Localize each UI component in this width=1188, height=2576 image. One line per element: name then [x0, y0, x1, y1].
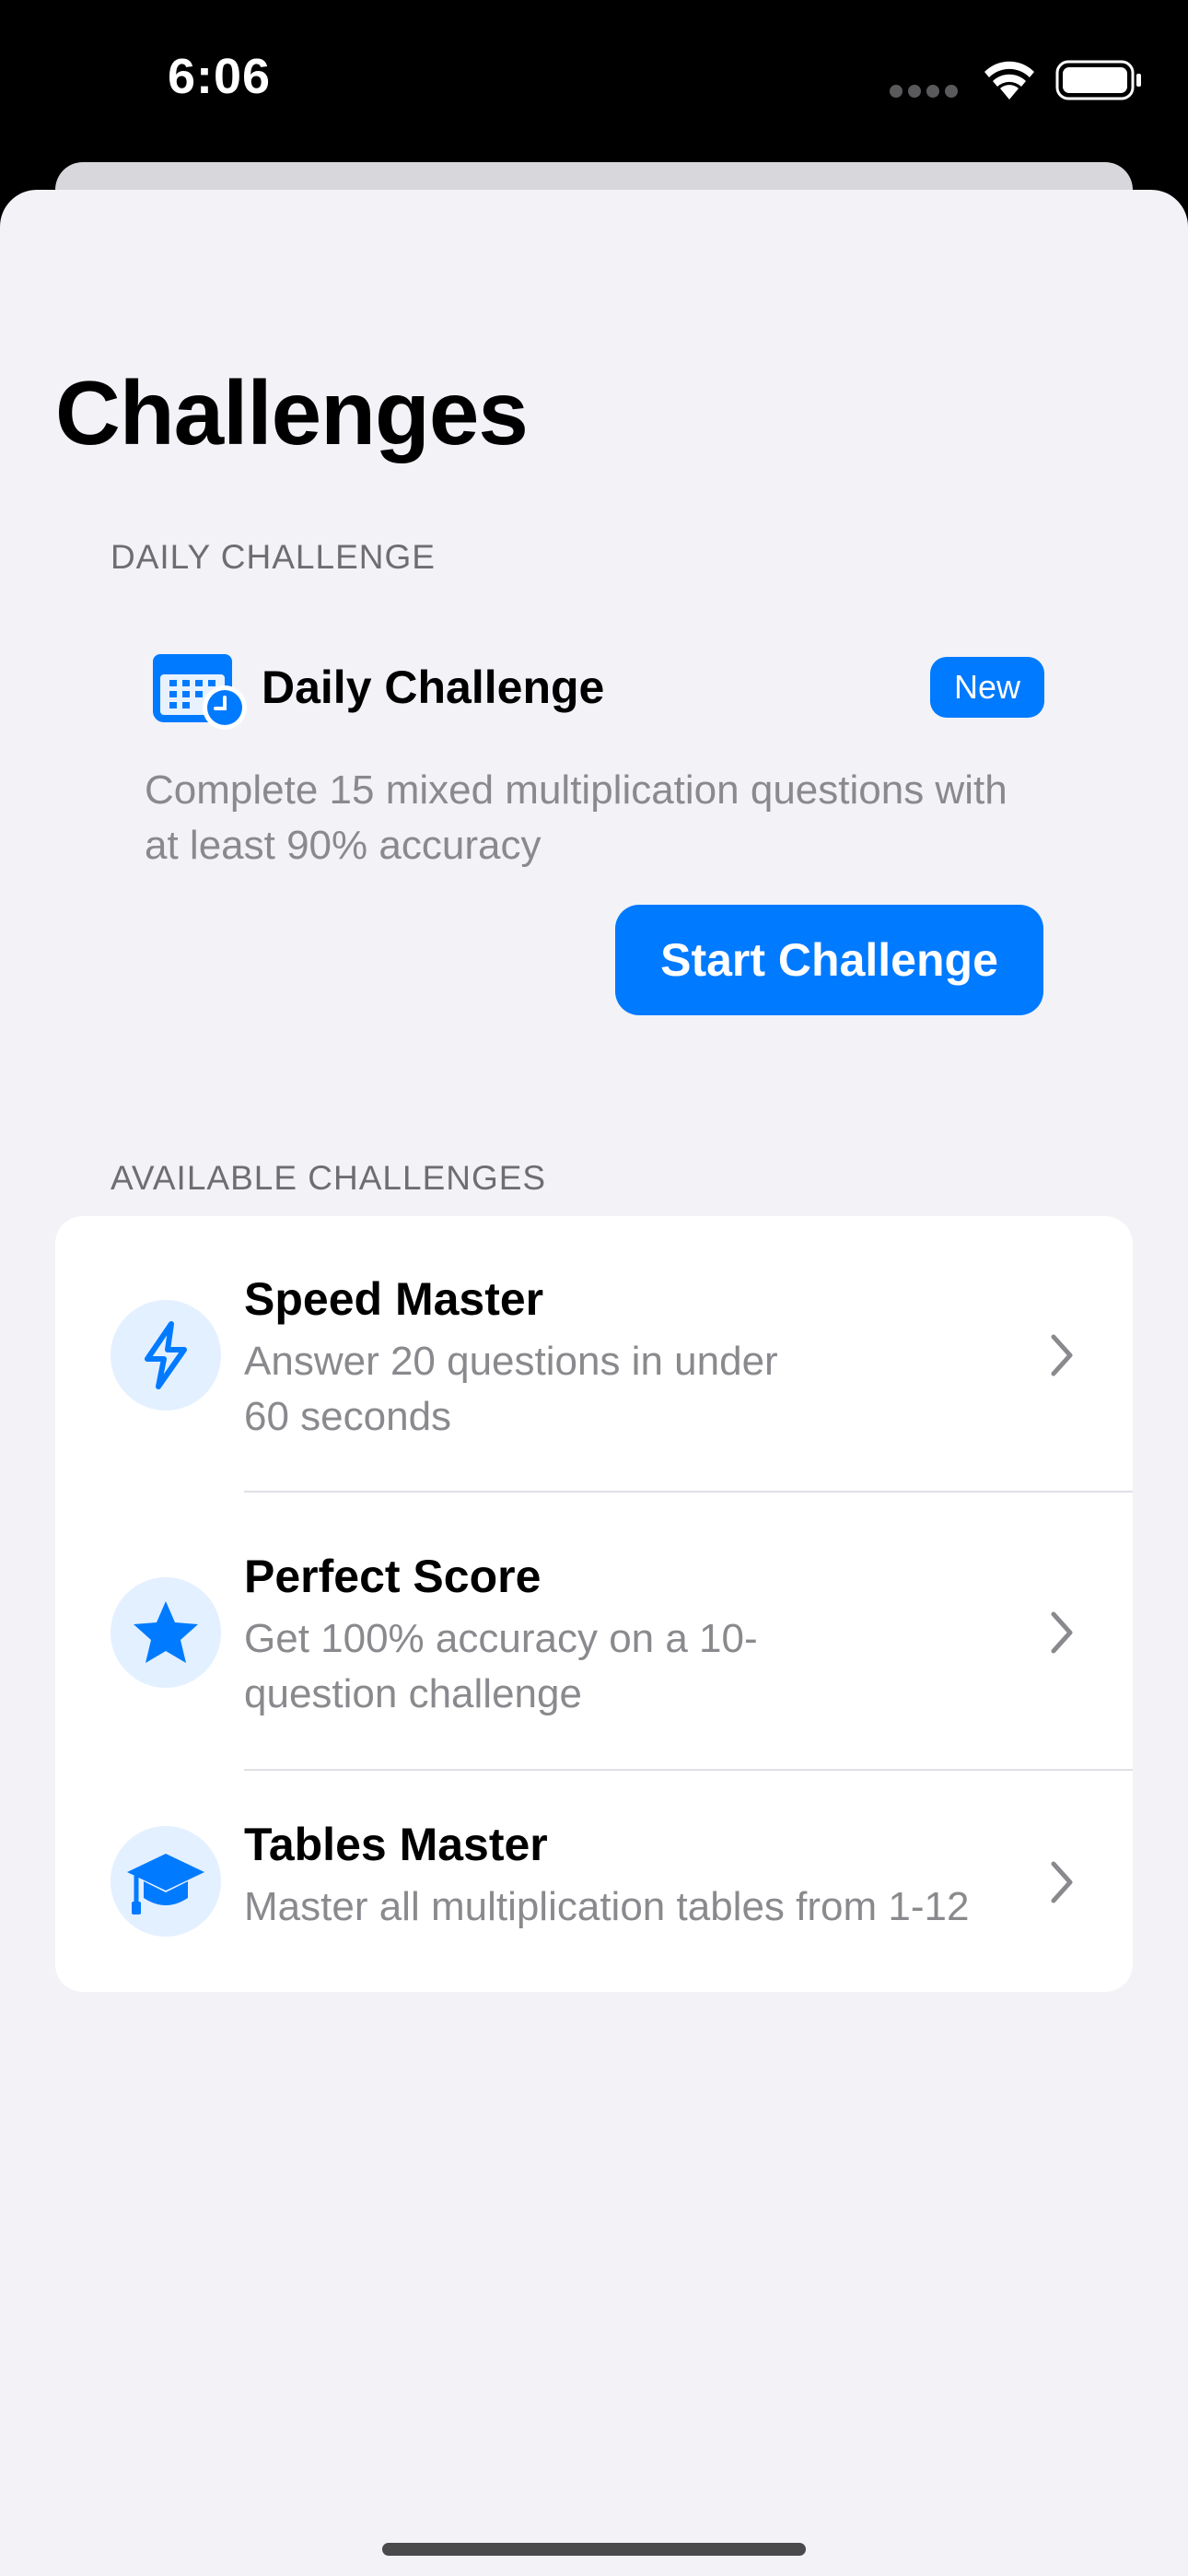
graduation-cap-icon: [127, 1854, 204, 1914]
daily-challenge-description: Complete 15 mixed multiplication questio…: [145, 767, 1007, 868]
page-title: Challenges: [55, 362, 529, 463]
list-item-title: Perfect Score: [244, 1551, 542, 1602]
chevron-right-icon: [1051, 1861, 1073, 1903]
battery-icon: [1055, 60, 1141, 100]
bolt-icon: [145, 1321, 187, 1389]
new-badge: New: [930, 657, 1044, 718]
list-item-tables-master[interactable]: Tables Master Master all multiplication …: [55, 1771, 1133, 1992]
available-section-header: AVAILABLE CHALLENGES: [111, 1159, 547, 1197]
status-bar: 6:06: [0, 0, 1188, 166]
list-item-title: Tables Master: [244, 1819, 548, 1870]
list-item-description: Answer 20 questions in under 60 seconds: [244, 1339, 778, 1439]
chevron-right-icon: [1051, 1611, 1073, 1654]
daily-challenge-title: Daily Challenge: [262, 662, 605, 713]
tables-master-icon-circle: [111, 1826, 221, 1937]
challenges-sheet: Challenges DAILY CHALLENGE Daily Challen…: [0, 190, 1188, 2576]
status-time: 6:06: [168, 49, 272, 104]
perfect-score-icon-circle: [111, 1577, 221, 1688]
home-indicator[interactable]: [382, 2543, 806, 2556]
start-challenge-button[interactable]: Start Challenge: [615, 905, 1043, 1015]
challenges-list: Speed Master Answer 20 questions in unde…: [55, 1216, 1133, 1992]
list-item-perfect-score[interactable]: Perfect Score Get 100% accuracy on a 10-…: [55, 1493, 1133, 1771]
cellular-signal-icon: [890, 85, 963, 102]
list-item-title: Speed Master: [244, 1273, 544, 1325]
daily-section-header: DAILY CHALLENGE: [111, 538, 436, 576]
wifi-icon: [984, 61, 1034, 100]
list-item-speed-master[interactable]: Speed Master Answer 20 questions in unde…: [55, 1216, 1133, 1493]
star-icon: [134, 1601, 198, 1663]
speed-master-icon-circle: [111, 1300, 221, 1411]
calendar-clock-icon: [153, 654, 247, 730]
list-item-description: Get 100% accuracy on a 10-question chall…: [244, 1616, 758, 1716]
chevron-right-icon: [1051, 1334, 1073, 1376]
list-item-description: Master all multiplication tables from 1-…: [244, 1884, 970, 1929]
